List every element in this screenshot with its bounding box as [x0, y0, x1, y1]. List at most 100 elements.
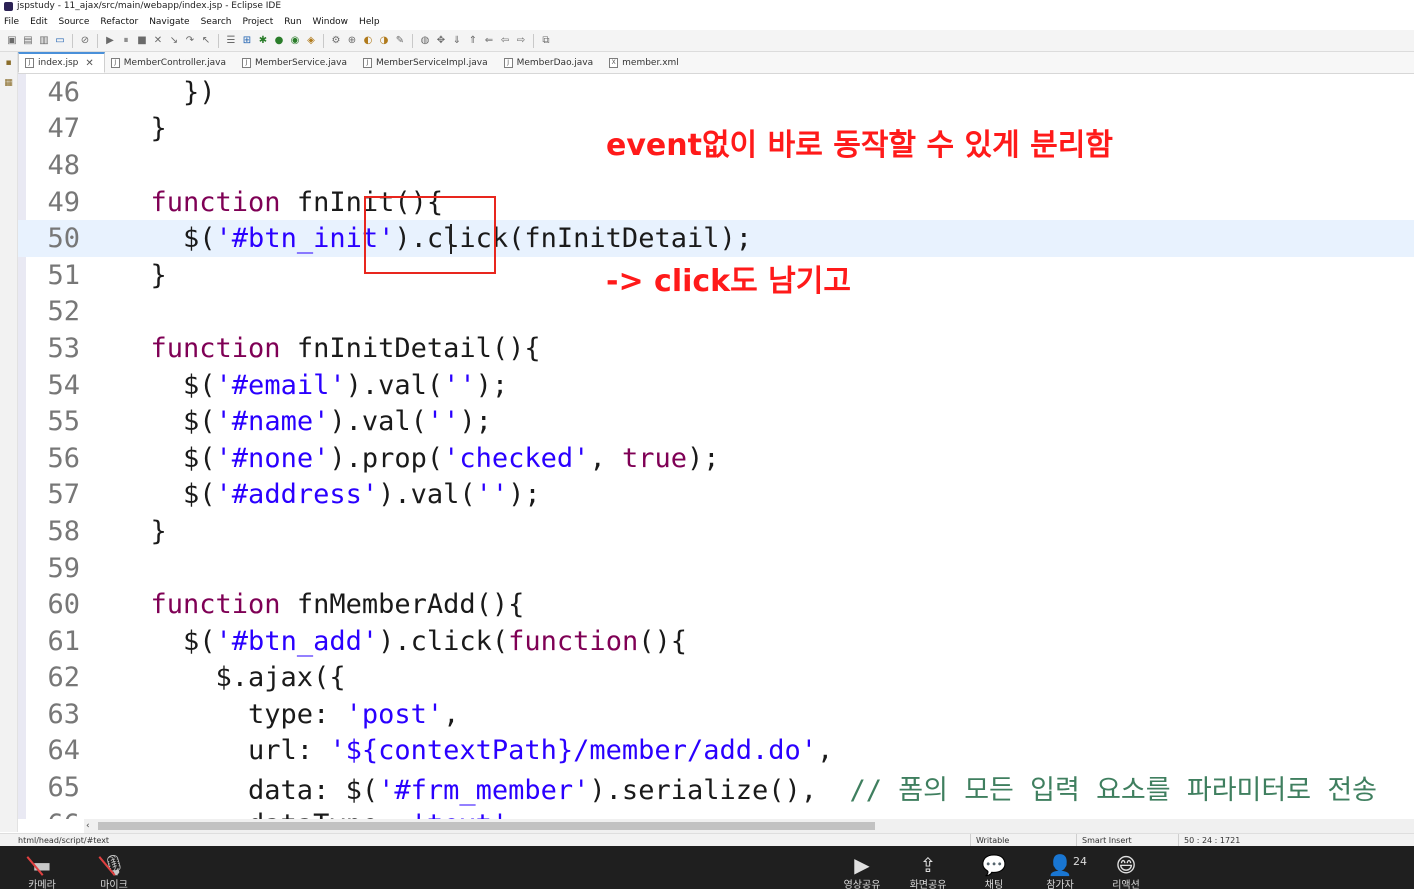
save-icon[interactable]: ▤ [22, 35, 34, 47]
prev-annotation-icon[interactable]: ⇑ [467, 35, 479, 47]
video-share-label: 영상공유 [843, 880, 881, 889]
next-annotation-icon[interactable]: ⇓ [451, 35, 463, 47]
suspend-icon[interactable]: ⏸ [120, 35, 132, 47]
chat-button[interactable]: 💬 채팅 [964, 852, 1024, 889]
line-code: function fnInitDetail(){ [150, 332, 541, 364]
code-line[interactable]: 54 $('#email').val(''); [18, 367, 1414, 404]
string-token: '' [426, 406, 460, 438]
code-line[interactable]: 60 function fnMemberAdd(){ [18, 586, 1414, 623]
terminal-icon[interactable]: ▭ [54, 35, 66, 47]
code-line[interactable]: 56 $('#none').prop('checked', true); [18, 440, 1414, 477]
status-bar: html/head/script/#text Writable Smart In… [0, 833, 1414, 847]
tab-memberservice-java[interactable]: J MemberService.java [236, 52, 357, 73]
menu-refactor[interactable]: Refactor [100, 17, 138, 27]
code-line[interactable]: 66 dataType: 'text' [18, 806, 1414, 819]
code-line[interactable]: 64 url: '${contextPath}/member/add.do', [18, 733, 1414, 770]
disconnect-icon[interactable]: ✕ [152, 35, 164, 47]
line-number: 52 [47, 296, 80, 328]
tab-label: MemberServiceImpl.java [375, 57, 488, 68]
scrollbar-thumb[interactable] [98, 822, 875, 830]
keyword-token: true [621, 442, 687, 474]
toggle-view-icon[interactable]: ☰ [225, 35, 237, 47]
code-line[interactable]: 63 type: 'post', [18, 696, 1414, 733]
toolbar-separator [323, 33, 324, 48]
line-number: 50 [47, 223, 80, 255]
mic-button[interactable]: 🎙 마이크 [84, 852, 144, 889]
camera-off-icon: ▬ [12, 852, 72, 878]
save-all-icon[interactable]: ▥ [38, 35, 50, 47]
video-share-button[interactable]: ▶ 영상공유 [832, 852, 892, 889]
code-line[interactable]: 55 $('#name').val(''); [18, 403, 1414, 440]
camera-button[interactable]: ▬ 카메라 [12, 852, 72, 889]
terminate-icon[interactable]: ■ [136, 35, 148, 47]
resume-icon[interactable]: ▶ [104, 35, 116, 47]
meeting-control-bar: ▬ 카메라 🎙 마이크 ▶ 영상공유 ⇪ 화면공유 💬 채팅 👤 참가자 24 … [0, 846, 1414, 889]
menu-run[interactable]: Run [284, 17, 301, 27]
open-task-icon[interactable]: ◑ [378, 35, 390, 47]
participant-count: 24 [1073, 855, 1087, 868]
code-line[interactable]: 65 data: $('#frm_member').serialize(), /… [18, 769, 1414, 806]
xml-file-icon: X [609, 57, 619, 68]
toolbar-separator [412, 33, 413, 48]
menu-help[interactable]: Help [359, 17, 380, 27]
step-return-icon[interactable]: ↖ [200, 35, 212, 47]
menu-source[interactable]: Source [59, 17, 90, 27]
menu-edit[interactable]: Edit [30, 17, 47, 27]
tab-index-jsp[interactable]: J index.jsp ✕ [18, 52, 105, 73]
menu-navigate[interactable]: Navigate [149, 17, 189, 27]
last-edit-location-icon[interactable]: ⇐ [483, 35, 495, 47]
code-line[interactable]: 46 }) [18, 74, 1414, 111]
tab-membercontroller-java[interactable]: J MemberController.java [105, 52, 236, 73]
new-server-icon[interactable]: ⚙ [330, 35, 342, 47]
screen-share-icon: ⇪ [919, 853, 937, 877]
pin-editor-icon[interactable]: ✥ [435, 35, 447, 47]
run-icon[interactable]: ● [273, 35, 285, 47]
coverage-icon[interactable]: ◉ [289, 35, 301, 47]
chat-icon: 💬 [981, 853, 1007, 877]
menu-project[interactable]: Project [242, 17, 273, 27]
scroll-left-icon[interactable]: ‹ [86, 819, 90, 833]
horizontal-scrollbar[interactable]: ‹ [84, 819, 1414, 833]
menu-file[interactable]: File [4, 17, 19, 27]
line-code: $('#email').val(''); [118, 369, 509, 401]
forward-icon[interactable]: ⇨ [515, 35, 527, 47]
screen-share-button[interactable]: ⇪ 화면공유 [898, 852, 958, 889]
external-tools-icon[interactable]: ◈ [305, 35, 317, 47]
line-number: 61 [47, 625, 80, 657]
tab-memberdao-java[interactable]: J MemberDao.java [498, 52, 604, 73]
skip-breakpoints-icon[interactable]: ⊘ [79, 35, 91, 47]
code-line[interactable]: 58 } [18, 513, 1414, 550]
line-number: 51 [47, 259, 80, 291]
code-line[interactable]: 62 $.ajax({ [18, 660, 1414, 697]
code-editor[interactable]: 46 }) 47 } 48 49 function fnInit(){50 $('#b… [18, 74, 1414, 819]
reaction-button[interactable]: 😄 리액션 [1096, 852, 1156, 889]
restore-view-icon[interactable]: ▪ [3, 58, 14, 69]
code-line[interactable]: 61 $('#btn_add').click(function(){ [18, 623, 1414, 660]
debug-icon[interactable]: ✱ [257, 35, 269, 47]
step-into-icon[interactable]: ↘ [168, 35, 180, 47]
new-icon[interactable]: ▣ [6, 35, 18, 47]
line-code: $('#none').prop('checked', true); [118, 442, 720, 474]
keyword-token: function [150, 589, 281, 621]
code-line[interactable]: 59 [18, 550, 1414, 587]
line-code: dataType: 'text' [80, 809, 508, 819]
menu-window[interactable]: Window [313, 17, 349, 27]
new-class-icon[interactable]: ⊕ [346, 35, 358, 47]
code-line[interactable]: 57 $('#address').val(''); [18, 477, 1414, 514]
code-line[interactable]: 49 function fnInit(){ [18, 184, 1414, 221]
line-code: $('#address').val(''); [118, 479, 541, 511]
package-explorer-icon[interactable]: ▦ [3, 78, 14, 89]
back-icon[interactable]: ⇦ [499, 35, 511, 47]
open-type-icon[interactable]: ◐ [362, 35, 374, 47]
mark-occurrences-icon[interactable]: ⊞ [241, 35, 253, 47]
code-line[interactable]: 50 $('#btn_init').click(fnInitDetail); [18, 220, 1414, 257]
open-perspective-icon[interactable]: ⧉ [540, 35, 552, 47]
tab-memberserviceimpl-java[interactable]: J MemberServiceImpl.java [357, 52, 498, 73]
step-over-icon[interactable]: ↷ [184, 35, 196, 47]
code-line[interactable]: 53 function fnInitDetail(){ [18, 330, 1414, 367]
tab-member-xml[interactable]: X member.xml [603, 52, 689, 73]
menu-search[interactable]: Search [201, 17, 232, 27]
search-icon[interactable]: ✎ [394, 35, 406, 47]
close-icon[interactable]: ✕ [85, 58, 93, 69]
globe-icon[interactable]: ◍ [419, 35, 431, 47]
